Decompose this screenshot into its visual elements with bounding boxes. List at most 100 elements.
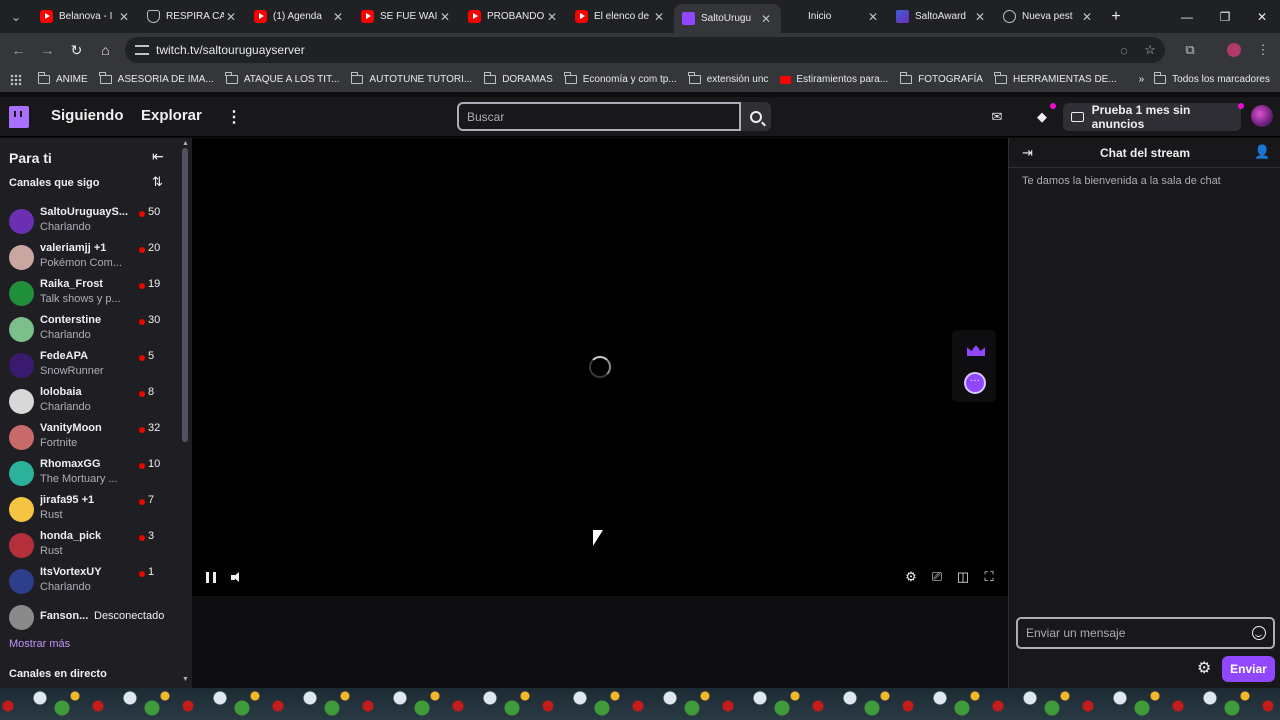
back-icon[interactable]: ←	[4, 33, 33, 67]
close-tab-icon[interactable]: ✕	[652, 10, 666, 24]
bookmark-item[interactable]: extensión unc	[683, 67, 775, 92]
close-tab-icon[interactable]: ✕	[117, 10, 131, 24]
emote-picker-icon[interactable]	[1252, 626, 1266, 640]
pause-button[interactable]	[204, 568, 218, 586]
cast-icon[interactable]: ⎚	[928, 568, 946, 586]
followed-channel-item[interactable]: VanityMoon Fortnite 32	[0, 421, 180, 457]
all-bookmarks-folder[interactable]: Todos los marcadores	[1148, 67, 1280, 92]
close-tab-icon[interactable]: ✕	[866, 10, 880, 24]
live-indicator-dot	[139, 247, 145, 253]
bookmark-item[interactable]: Estiramientos para...	[774, 67, 894, 92]
settings-gear-icon[interactable]: ⚙	[902, 568, 920, 586]
chat-message-input[interactable]	[1016, 617, 1275, 649]
browser-tab[interactable]: El elenco de ✕	[567, 0, 674, 33]
search-input[interactable]	[457, 102, 741, 131]
close-tab-icon[interactable]: ✕	[545, 10, 559, 24]
community-icon[interactable]: 👤	[1254, 144, 1270, 160]
show-more-link[interactable]: Mostrar más	[9, 638, 70, 650]
bookmark-item[interactable]: FOTOGRAFÍA	[894, 67, 989, 92]
bookmark-item[interactable]: DORAMAS	[478, 67, 559, 92]
sort-icon[interactable]: ⇅	[152, 174, 163, 190]
browser-tab[interactable]: PROBANDO ✕	[460, 0, 567, 33]
collapse-sidebar-icon[interactable]: ⇤	[152, 148, 164, 165]
twitch-logo-icon[interactable]	[9, 106, 29, 128]
followed-channel-item[interactable]: SaltoUruguayS... Charlando 50	[0, 205, 180, 241]
channel-avatar	[9, 605, 34, 630]
browser-tab[interactable]: SaltoUrugu ✕	[674, 4, 781, 33]
chat-title: Chat del stream	[1099, 146, 1191, 160]
sidebar-scrollbar[interactable]	[182, 148, 188, 442]
browser-tab[interactable]: RESPIRA CA ✕	[139, 0, 246, 33]
close-tab-icon[interactable]: ✕	[973, 10, 987, 24]
inbox-icon[interactable]: ✉	[985, 105, 1009, 129]
video-player[interactable]: ⚙ ⎚ ◫ ⛶	[192, 138, 1008, 596]
browser-tab[interactable]: SaltoAward ✕	[888, 0, 995, 33]
crown-icon[interactable]	[967, 345, 985, 356]
browser-menu-icon[interactable]: ⋮	[1250, 37, 1276, 63]
channel-avatar	[9, 281, 34, 306]
close-tab-icon[interactable]: ✕	[1080, 10, 1094, 24]
close-tab-icon[interactable]: ✕	[438, 10, 452, 24]
profile-avatar[interactable]	[1221, 37, 1247, 63]
scroll-down-icon[interactable]: ▼	[182, 676, 189, 683]
followed-channel-item[interactable]: Conterstine Charlando 30	[0, 313, 180, 349]
eye-slash-icon[interactable]: ◌	[1111, 37, 1137, 63]
browser-tab[interactable]: Belanova - I ✕	[32, 0, 139, 33]
bookmark-item[interactable]: ATAQUE A LOS TIT...	[220, 67, 346, 92]
crown-diamond-icon[interactable]: ◆	[1030, 105, 1054, 129]
address-bar[interactable]: twitch.tv/saltouruguayserver	[125, 37, 1165, 63]
close-tab-icon[interactable]: ✕	[331, 10, 345, 24]
followed-channel-item[interactable]: ItsVortexUY Charlando 1	[0, 565, 180, 601]
followed-channel-item[interactable]: FedeAPA SnowRunner 5	[0, 349, 180, 385]
bookmark-item[interactable]: Economía y com tp...	[559, 67, 683, 92]
chat-bot-extension-icon[interactable]	[964, 372, 986, 394]
notification-dot	[1050, 103, 1056, 109]
followed-channel-item[interactable]: Raika_Frost Talk shows y p... 19	[0, 277, 180, 313]
forward-icon[interactable]: →	[33, 33, 62, 67]
theatre-mode-icon[interactable]: ◫	[954, 568, 972, 586]
minimize-icon[interactable]: —	[1168, 0, 1206, 33]
restore-icon[interactable]: ❐	[1206, 0, 1244, 33]
followed-channel-item[interactable]: Fanson... Desconectado	[0, 601, 180, 637]
followed-channel-item[interactable]: valeriamjj +1 Pokémon Com... 20	[0, 241, 180, 277]
close-tab-icon[interactable]: ✕	[224, 10, 238, 24]
browser-tab[interactable]: SE FUE WAI ✕	[353, 0, 460, 33]
bookmark-item[interactable]: ASESORIA DE IMA...	[94, 67, 220, 92]
bookmark-item[interactable]: ANIME	[32, 67, 94, 92]
send-button[interactable]: Enviar	[1222, 656, 1275, 682]
nav-following[interactable]: Siguiendo	[51, 107, 124, 124]
site-info-icon[interactable]	[135, 45, 149, 55]
channel-category: Fortnite	[40, 437, 78, 449]
more-options-icon[interactable]: ⋮	[226, 107, 242, 127]
tab-search-icon[interactable]: ⌄	[0, 0, 32, 33]
nav-browse[interactable]: Explorar	[141, 107, 202, 124]
browser-tab[interactable]: Nueva pest ✕	[995, 0, 1102, 33]
scroll-up-icon[interactable]: ▲	[182, 140, 189, 147]
search-button[interactable]	[741, 102, 771, 131]
star-icon[interactable]: ☆	[1137, 37, 1163, 63]
close-window-icon[interactable]: ✕	[1243, 0, 1280, 33]
new-tab-button[interactable]: +	[1102, 8, 1130, 26]
followed-channel-item[interactable]: lolobaia Charlando 8	[0, 385, 180, 421]
reload-icon[interactable]: ↻	[62, 33, 91, 67]
followed-channel-item[interactable]: honda_pick Rust 3	[0, 529, 180, 565]
close-tab-icon[interactable]: ✕	[759, 12, 773, 26]
home-icon[interactable]: ⌂	[91, 33, 120, 67]
browser-tab[interactable]: Inicio ✕	[781, 0, 888, 33]
volume-button[interactable]	[229, 568, 245, 586]
followed-channel-item[interactable]: RhomaxGG The Mortuary ... 10	[0, 457, 180, 493]
user-avatar[interactable]	[1251, 105, 1273, 127]
tab-title: PROBANDO	[487, 11, 545, 22]
extensions-icon[interactable]: ⧉	[1177, 37, 1203, 63]
bookmark-item[interactable]: AUTOTUNE TUTORI...	[345, 67, 478, 92]
apps-icon[interactable]	[0, 67, 32, 92]
browser-tab[interactable]: (1) Agenda ✕	[246, 0, 353, 33]
ad-free-trial-button[interactable]: Prueba 1 mes sin anuncios	[1063, 103, 1241, 131]
fullscreen-icon[interactable]: ⛶	[980, 568, 998, 586]
more-bookmarks-icon[interactable]: »	[1133, 67, 1149, 92]
live-indicator-dot	[139, 391, 145, 397]
live-indicator-dot	[139, 535, 145, 541]
bookmark-item[interactable]: HERRAMIENTAS DE...	[989, 67, 1123, 92]
chat-settings-icon[interactable]: ⚙	[1197, 658, 1211, 678]
followed-channel-item[interactable]: jirafa95 +1 Rust 7	[0, 493, 180, 529]
